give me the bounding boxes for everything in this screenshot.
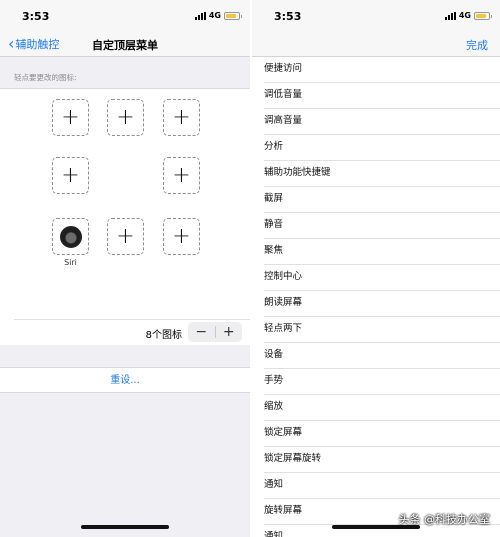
list-item[interactable]: 聚焦 xyxy=(252,239,500,265)
siri-icon xyxy=(59,225,82,248)
list-item[interactable]: 设备 xyxy=(252,343,500,369)
list-item[interactable]: 调低音量 xyxy=(252,83,500,109)
icon-grid-panel: + + + + + Siri + + 8个图标 − + xyxy=(0,88,250,345)
list-item[interactable]: 辅助功能快捷键 xyxy=(252,161,500,187)
icon-count-row: 8个图标 − + xyxy=(14,319,250,343)
page-title: 自定顶层菜单 xyxy=(92,39,158,52)
list-item[interactable]: 锁定屏幕旋转 xyxy=(252,447,500,473)
icon-slot-7[interactable]: + xyxy=(107,218,144,255)
network-label: 4G xyxy=(208,11,221,20)
list-item[interactable]: 调高音量 xyxy=(252,109,500,135)
signal-icon xyxy=(194,11,206,20)
icon-slot-2[interactable]: + xyxy=(107,99,144,136)
plus-icon: + xyxy=(116,223,135,249)
plus-icon: + xyxy=(172,223,191,249)
done-button[interactable]: 完成 xyxy=(466,37,488,53)
icon-slot-8[interactable]: + xyxy=(163,218,200,255)
icon-count-stepper: − + xyxy=(188,322,242,342)
plus-icon: + xyxy=(61,104,80,130)
list-item[interactable]: 便捷访问 xyxy=(252,57,500,83)
icon-slot-siri[interactable] xyxy=(52,218,89,255)
home-indicator[interactable] xyxy=(81,525,169,529)
list-item[interactable]: 截屏 xyxy=(252,187,500,213)
increment-button[interactable]: + xyxy=(216,322,243,342)
status-time: 3:53 xyxy=(22,10,50,23)
decrement-button[interactable]: − xyxy=(188,322,215,342)
list-item[interactable]: 手势 xyxy=(252,369,500,395)
battery-icon xyxy=(224,11,242,20)
action-list: 便捷访问 调低音量 调高音量 分析 辅助功能快捷键 截屏 静音 聚焦 控制中心 朗读屏幕 轻点两下设… xyxy=(252,57,500,537)
icon-slot-4[interactable]: + xyxy=(52,157,89,194)
plus-icon: + xyxy=(172,104,191,130)
nav-bar: 完成 xyxy=(252,33,500,57)
list-item[interactable]: 控制中心 xyxy=(252,265,500,291)
reset-button[interactable]: 重设... xyxy=(0,367,250,393)
watermark: 头条 @科技办公室 xyxy=(398,513,491,526)
action-picker-screen: 3:53 4G 完成 便捷访问 调低音量 调高音量 分析 辅助功能快捷键 截屏 静音 聚焦 控制… xyxy=(252,0,500,537)
battery-icon xyxy=(474,11,492,20)
list-item[interactable]: 朗读屏幕 xyxy=(252,291,500,317)
status-time: 3:53 xyxy=(274,10,302,23)
list-item[interactable]: 通知 xyxy=(252,473,500,499)
hint-label: 轻点要更改的图标: xyxy=(14,73,77,82)
plus-icon: + xyxy=(61,162,80,188)
plus-icon: + xyxy=(172,162,191,188)
list-item[interactable]: 锁定屏幕 xyxy=(252,421,500,447)
icon-slot-3[interactable]: + xyxy=(163,99,200,136)
nav-bar: ‹ 辅助触控 自定顶层菜单 xyxy=(0,33,250,57)
status-bar: 3:53 4G xyxy=(252,0,500,33)
icon-slot-1[interactable]: + xyxy=(52,99,89,136)
icon-slot-5[interactable]: + xyxy=(163,157,200,194)
icon-count-label: 8个图标 xyxy=(145,330,182,341)
customize-menu-screen: 3:53 4G ‹ 辅助触控 自定顶层菜单 轻点要更改的图标: + + + + … xyxy=(0,0,250,537)
plus-icon: + xyxy=(116,104,135,130)
list-item[interactable]: 缩放 xyxy=(252,395,500,421)
network-label: 4G xyxy=(458,11,471,20)
list-item[interactable]: 分析 xyxy=(252,135,500,161)
siri-label: Siri xyxy=(64,258,77,267)
signal-icon xyxy=(444,11,456,20)
list-item[interactable]: 静音 xyxy=(252,213,500,239)
list-item[interactable]: 轻点两下 xyxy=(252,317,500,343)
status-bar: 3:53 4G xyxy=(0,0,250,33)
